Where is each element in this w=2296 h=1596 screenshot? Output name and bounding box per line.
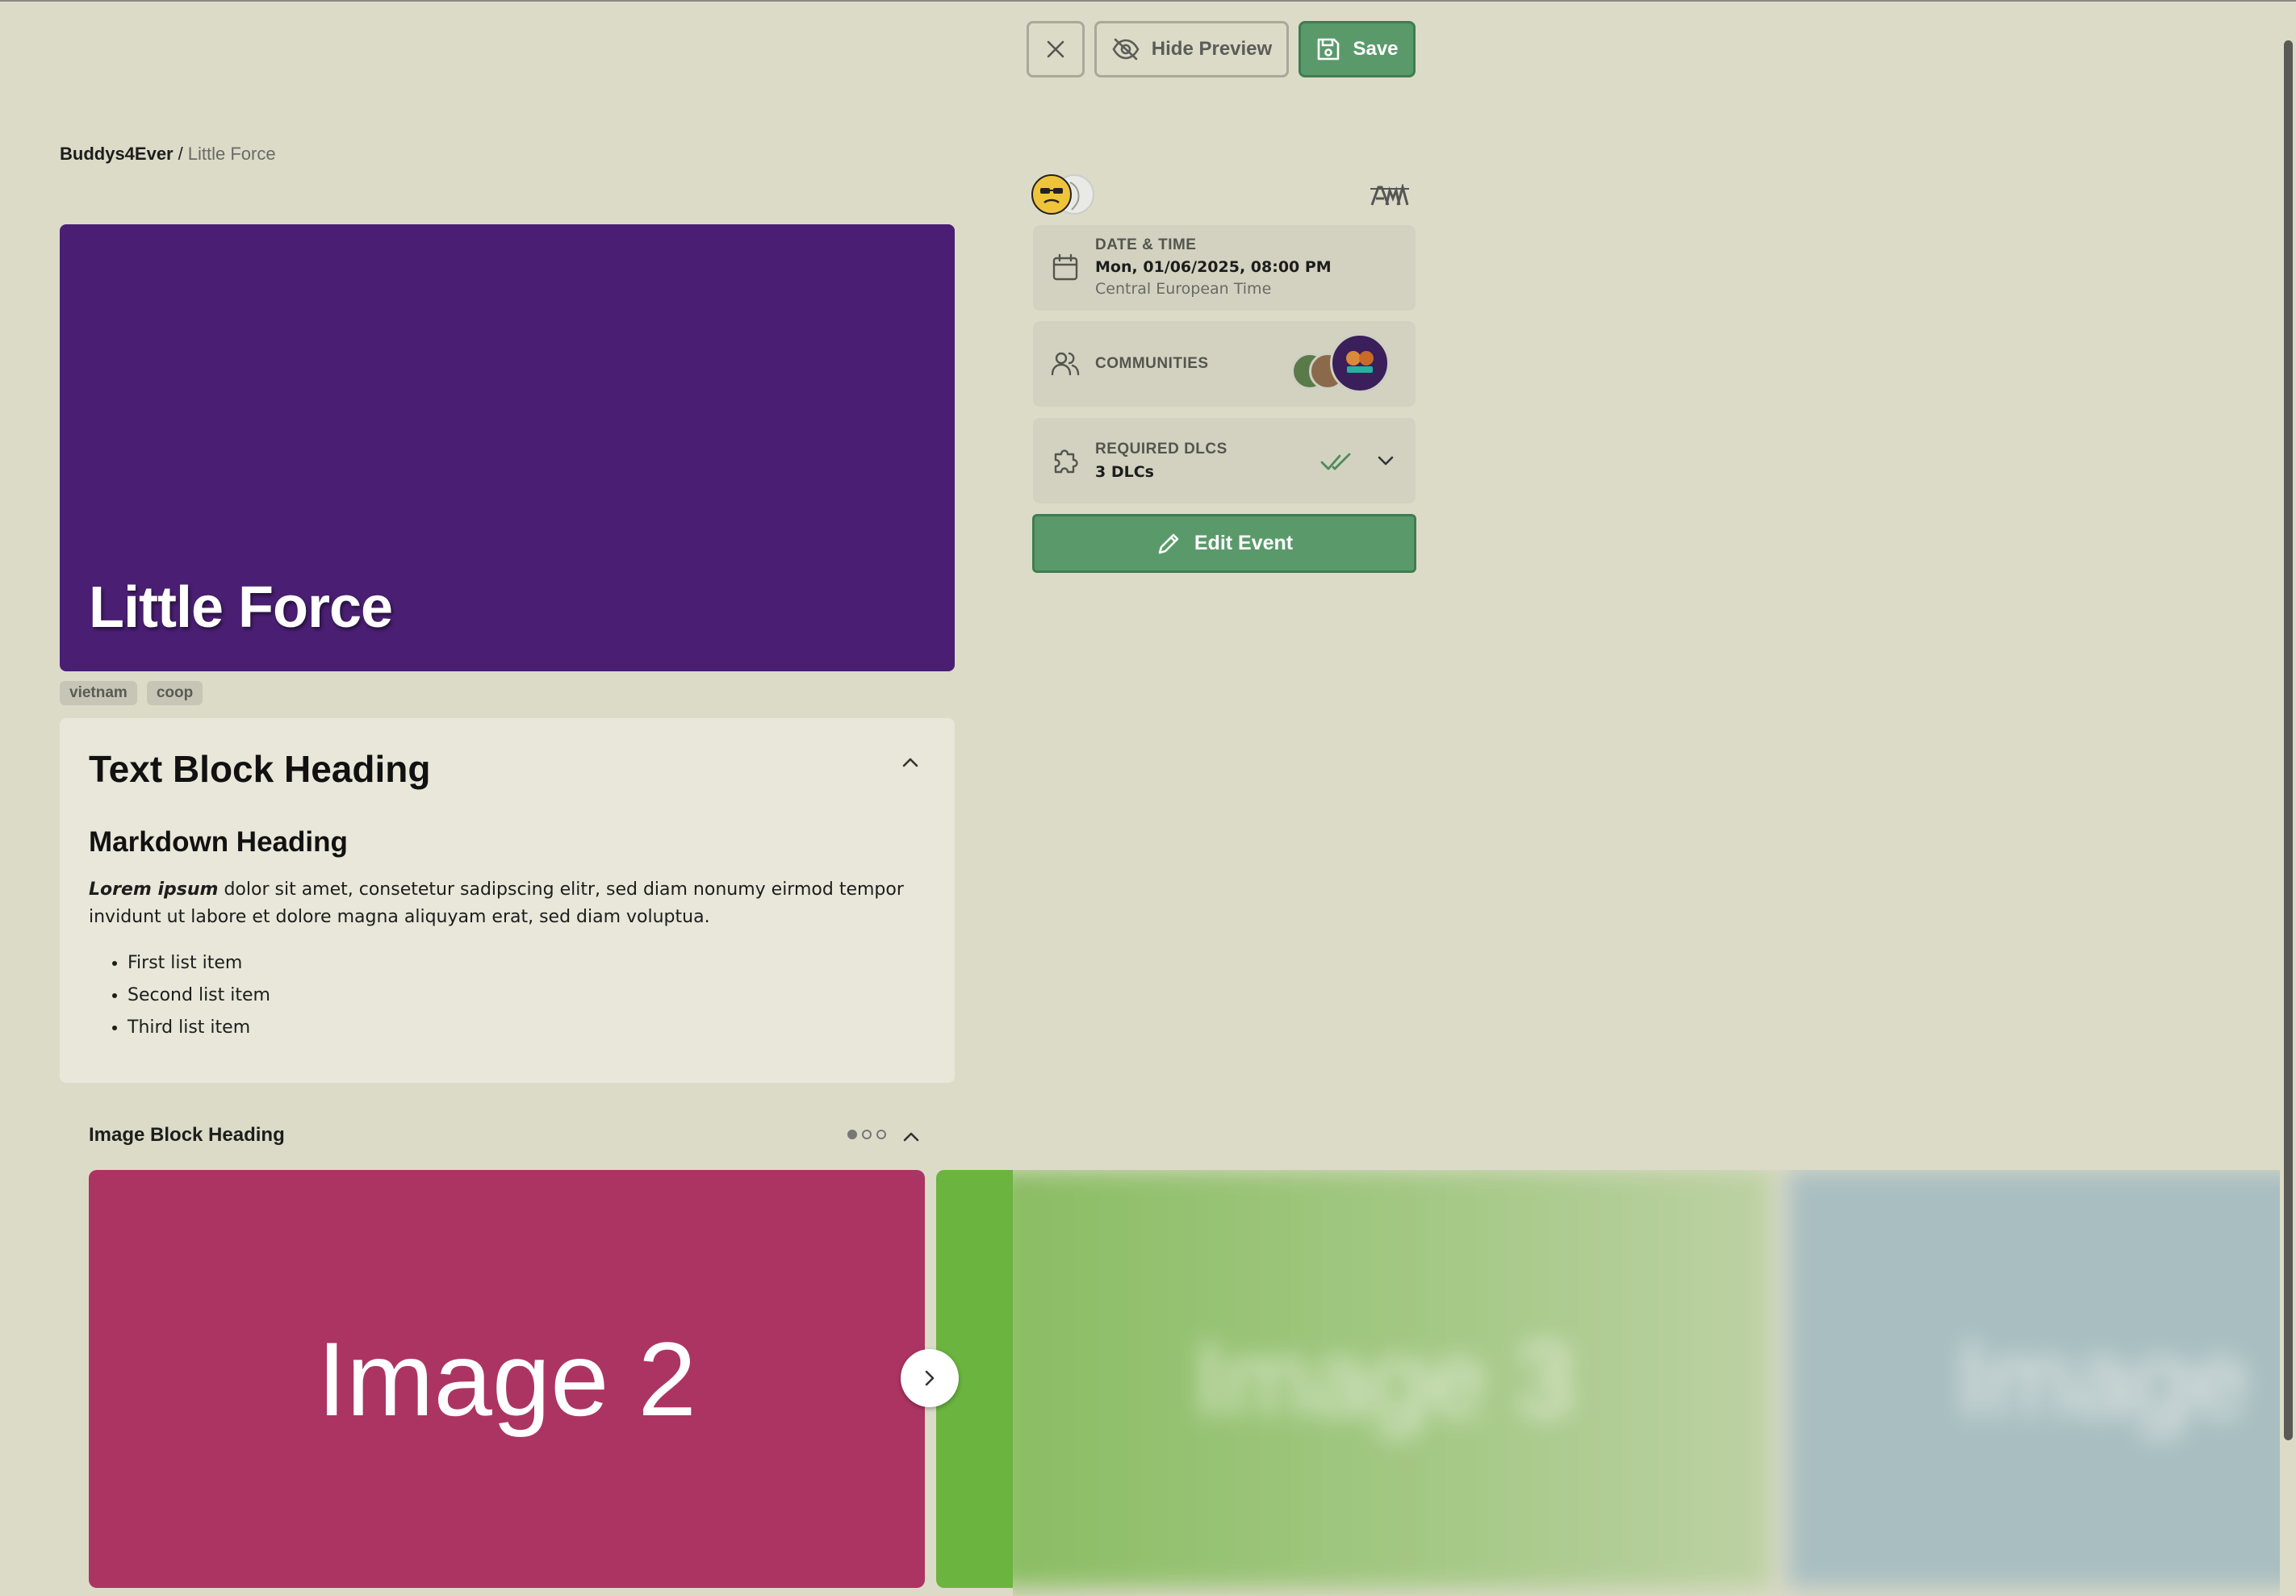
organizer-avatars: [1031, 174, 1417, 216]
breadcrumb-current: Little Force: [187, 144, 276, 164]
carousel-slide: Image 2: [89, 1170, 925, 1588]
close-button[interactable]: [1027, 21, 1085, 77]
tag-list: vietnam coop: [60, 681, 203, 705]
carousel-dot[interactable]: [847, 1130, 857, 1139]
markdown-list: First list item Second list item Third l…: [89, 947, 926, 1044]
arma-logo-icon: [1370, 184, 1409, 206]
required-dlcs-card[interactable]: REQUIRED DLCS 3 DLCs: [1033, 418, 1416, 503]
tag-coop: coop: [146, 681, 203, 705]
required-dlcs-label: REQUIRED DLCS: [1095, 441, 1227, 457]
chevron-up-icon[interactable]: [899, 1125, 923, 1149]
carousel-dot[interactable]: [862, 1130, 872, 1139]
required-dlcs-count: 3 DLCs: [1095, 463, 1154, 481]
markdown-heading: Markdown Heading: [89, 826, 348, 858]
pencil-icon: [1158, 533, 1179, 554]
save-button[interactable]: Save: [1299, 21, 1416, 77]
chevron-right-icon: [925, 1370, 935, 1386]
event-title: Little Force: [89, 575, 393, 640]
community-avatar-stack: [1291, 333, 1396, 395]
chevron-down-icon[interactable]: [1374, 449, 1398, 473]
list-item: First list item: [128, 947, 926, 980]
communities-card: COMMUNITIES: [1033, 321, 1416, 407]
list-item: Third list item: [128, 1012, 926, 1044]
avatar[interactable]: [1031, 174, 1072, 215]
blur-overlay: [1013, 1170, 2280, 1596]
close-icon: [1047, 40, 1064, 58]
event-hero-banner: Little Force: [60, 224, 955, 671]
carousel-next-button[interactable]: [901, 1349, 959, 1407]
puzzle-icon: [1054, 449, 1078, 474]
calendar-icon: [1052, 253, 1078, 281]
double-check-icon: [1320, 453, 1351, 470]
edit-event-button[interactable]: Edit Event: [1032, 514, 1416, 573]
community-avatar[interactable]: [1330, 333, 1390, 393]
markdown-paragraph: Lorem ipsum dolor sit amet, consetetur s…: [89, 876, 920, 931]
carousel-dot[interactable]: [876, 1130, 886, 1139]
breadcrumb: Buddys4Ever / Little Force: [60, 144, 276, 165]
date-time-value: Mon, 01/06/2025, 08:00 PM: [1095, 258, 1332, 276]
floppy-disk-icon: [1318, 38, 1340, 61]
text-block: Text Block Heading Markdown Heading Lore…: [60, 718, 955, 1083]
window-top-border: [0, 0, 2296, 2]
breadcrumb-separator: /: [178, 144, 183, 164]
hide-preview-label: Hide Preview: [1151, 38, 1273, 60]
chevron-up-icon[interactable]: [898, 750, 922, 775]
date-time-card: DATE & TIME Mon, 01/06/2025, 08:00 PM Ce…: [1033, 225, 1416, 311]
tag-vietnam: vietnam: [60, 681, 137, 705]
carousel-pagination: [847, 1130, 886, 1139]
save-label: Save: [1353, 38, 1399, 60]
image-carousel: Image 2: [89, 1170, 1013, 1590]
users-icon: [1051, 352, 1080, 376]
edit-event-label: Edit Event: [1194, 532, 1294, 554]
hide-preview-button[interactable]: Hide Preview: [1094, 21, 1289, 77]
eye-off-icon: [1112, 38, 1140, 61]
timezone-text: Central European Time: [1095, 280, 1272, 298]
image-block-heading: Image Block Heading: [89, 1124, 285, 1146]
text-block-heading: Text Block Heading: [89, 748, 431, 790]
date-time-label: DATE & TIME: [1095, 236, 1197, 253]
community-logo-image: [1346, 351, 1374, 373]
list-item: Second list item: [128, 980, 926, 1012]
communities-label: COMMUNITIES: [1095, 355, 1209, 372]
avatar-emoji-image: [1035, 178, 1068, 211]
page-scrollbar-thumb[interactable]: [2284, 40, 2293, 1440]
preview-overflow-blur: Image 3 Image: [1013, 1170, 2280, 1596]
breadcrumb-root-link[interactable]: Buddys4Ever: [60, 144, 174, 164]
paragraph-bold-lead: Lorem ipsum: [89, 879, 219, 900]
